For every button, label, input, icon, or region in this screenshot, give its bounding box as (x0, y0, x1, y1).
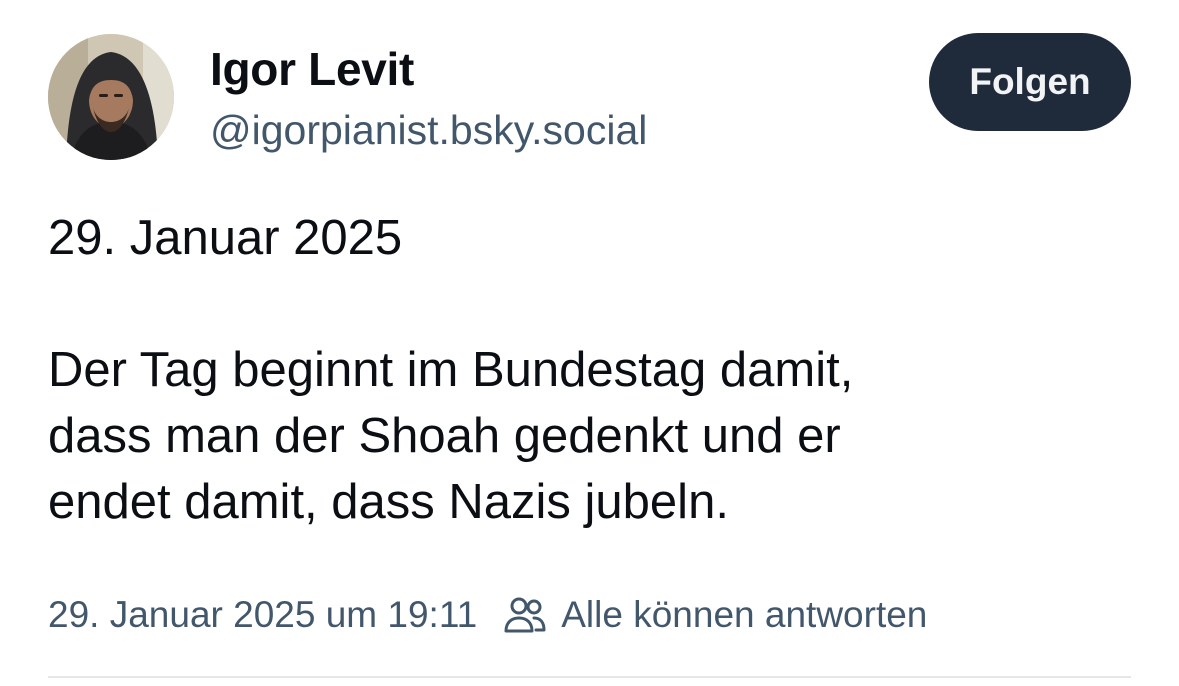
reply-setting-label: Alle können antworten (561, 594, 928, 635)
post-meta: 29. Januar 2025 um 19:11 Alle können ant… (48, 592, 927, 638)
divider (48, 676, 1131, 678)
author-handle[interactable]: @igorpianist.bsky.social (210, 107, 647, 154)
author-display-name[interactable]: Igor Levit (210, 42, 414, 96)
post-text-line: Der Tag beginnt im Bundestag damit, (48, 343, 854, 397)
reply-setting[interactable]: Alle können antworten (503, 594, 927, 636)
people-icon (504, 597, 546, 633)
post-text-line: dass man der Shoah gedenkt und er (48, 409, 841, 463)
follow-button[interactable]: Folgen (929, 33, 1131, 131)
author-avatar[interactable] (48, 34, 174, 160)
avatar-photo (48, 34, 174, 160)
post-text-line: endet damit, dass Nazis jubeln. (48, 475, 729, 529)
post-text-line: 29. Januar 2025 (48, 211, 403, 265)
post-timestamp[interactable]: 29. Januar 2025 um 19:11 (48, 594, 477, 636)
post-card: Igor Levit @igorpianist.bsky.social Folg… (0, 0, 1179, 686)
post-text: 29. Januar 2025 Der Tag beginnt im Bunde… (48, 205, 1138, 535)
